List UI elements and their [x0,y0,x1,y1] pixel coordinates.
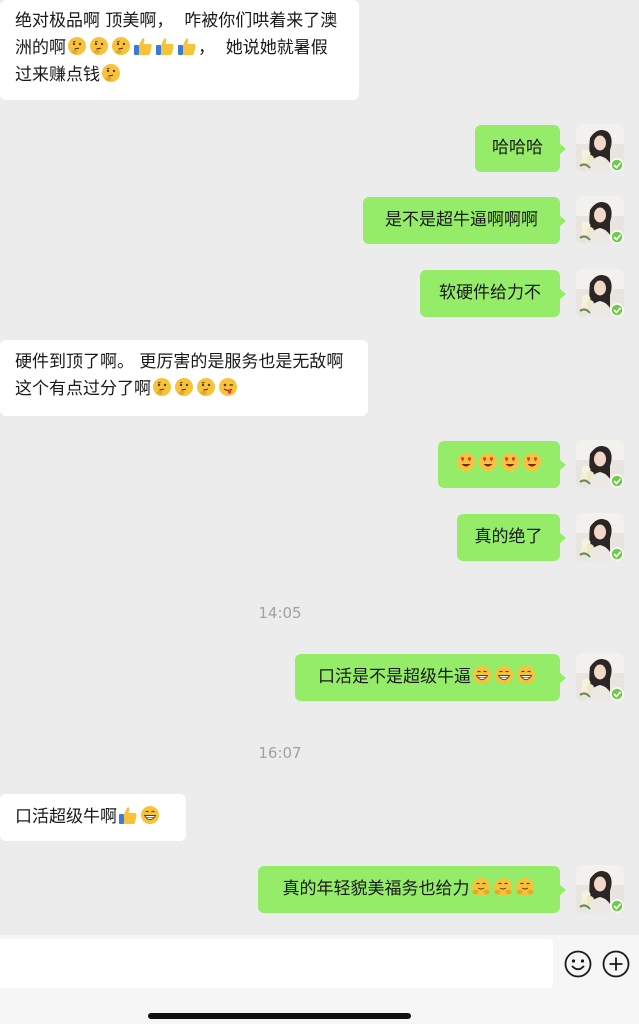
grinning-emoji [516,665,536,685]
user-avatar[interactable] [576,196,624,244]
avatar-image [576,124,624,172]
thinking-face-emoji [101,63,121,83]
winking-tongue-emoji [218,377,238,397]
incoming-message-bubble[interactable]: 硬件到顶了啊。 更厉害的是服务也是无敌啊 这个有点过分了啊 [0,340,368,416]
message-text: 口活超级牛啊 [15,807,117,827]
user-avatar[interactable] [576,865,624,913]
heart-eyes-emoji [456,452,476,472]
grinning-emoji [140,805,160,825]
message-timestamp: 16:07 [258,744,302,762]
chat-message-list[interactable]: 绝对极品啊 顶美啊， 咋被你们哄着来了澳洲的啊， 她说她就暑假过来赚点钱 哈哈哈… [0,0,639,935]
avatar-image [576,196,624,244]
thumbs-up-emoji [133,36,153,56]
avatar-image [576,865,624,913]
thinking-face-emoji [174,377,194,397]
message-text: 真的年轻貌美福务也给力 [282,879,470,899]
avatar-image [576,269,624,317]
message-timestamp: 14:05 [258,604,302,622]
message-text: 是不是超牛逼啊啊啊 [385,210,538,230]
thumbs-up-emoji [177,36,197,56]
avatar-image [576,440,624,488]
smiley-icon[interactable] [563,949,593,979]
incoming-message-bubble[interactable]: 口活超级牛啊 [0,794,186,841]
home-indicator [148,1013,411,1019]
outgoing-message-bubble[interactable]: 真的年轻貌美福务也给力 [258,866,566,913]
avatar-image [576,513,624,561]
thinking-face-emoji [196,377,216,397]
grinning-emoji [472,665,492,685]
outgoing-message-bubble[interactable]: 真的绝了 [457,514,566,561]
thinking-face-emoji [67,36,87,56]
message-text: 口活是不是超级牛逼 [318,667,471,687]
heart-eyes-emoji [500,452,520,472]
user-avatar[interactable] [576,440,624,488]
thumbs-up-emoji [118,805,138,825]
user-avatar[interactable] [576,653,624,701]
outgoing-message-bubble[interactable]: 是不是超牛逼啊啊啊 [363,197,566,244]
message-text: 软硬件给力不 [439,283,541,303]
plus-icon[interactable] [601,949,631,979]
outgoing-message-bubble[interactable]: 哈哈哈 [475,125,566,172]
message-text: 真的绝了 [474,527,543,547]
message-text: 哈哈哈 [492,138,543,158]
hugging-face-emoji [515,877,535,897]
heart-eyes-emoji [522,452,542,472]
outgoing-message-bubble[interactable]: 口活是不是超级牛逼 [295,654,566,701]
thumbs-up-emoji [155,36,175,56]
outgoing-message-bubble[interactable]: 软硬件给力不 [420,270,566,317]
grinning-emoji [494,665,514,685]
message-input-bar [0,935,639,1024]
user-avatar[interactable] [576,513,624,561]
user-avatar[interactable] [576,269,624,317]
thinking-face-emoji [111,36,131,56]
outgoing-message-bubble[interactable] [438,441,566,488]
thinking-face-emoji [89,36,109,56]
user-avatar[interactable] [576,124,624,172]
hugging-face-emoji [493,877,513,897]
thinking-face-emoji [152,377,172,397]
heart-eyes-emoji [478,452,498,472]
hugging-face-emoji [471,877,491,897]
message-input-field[interactable] [0,939,553,988]
avatar-image [576,653,624,701]
incoming-message-bubble[interactable]: 绝对极品啊 顶美啊， 咋被你们哄着来了澳洲的啊， 她说她就暑假过来赚点钱 [0,0,359,100]
